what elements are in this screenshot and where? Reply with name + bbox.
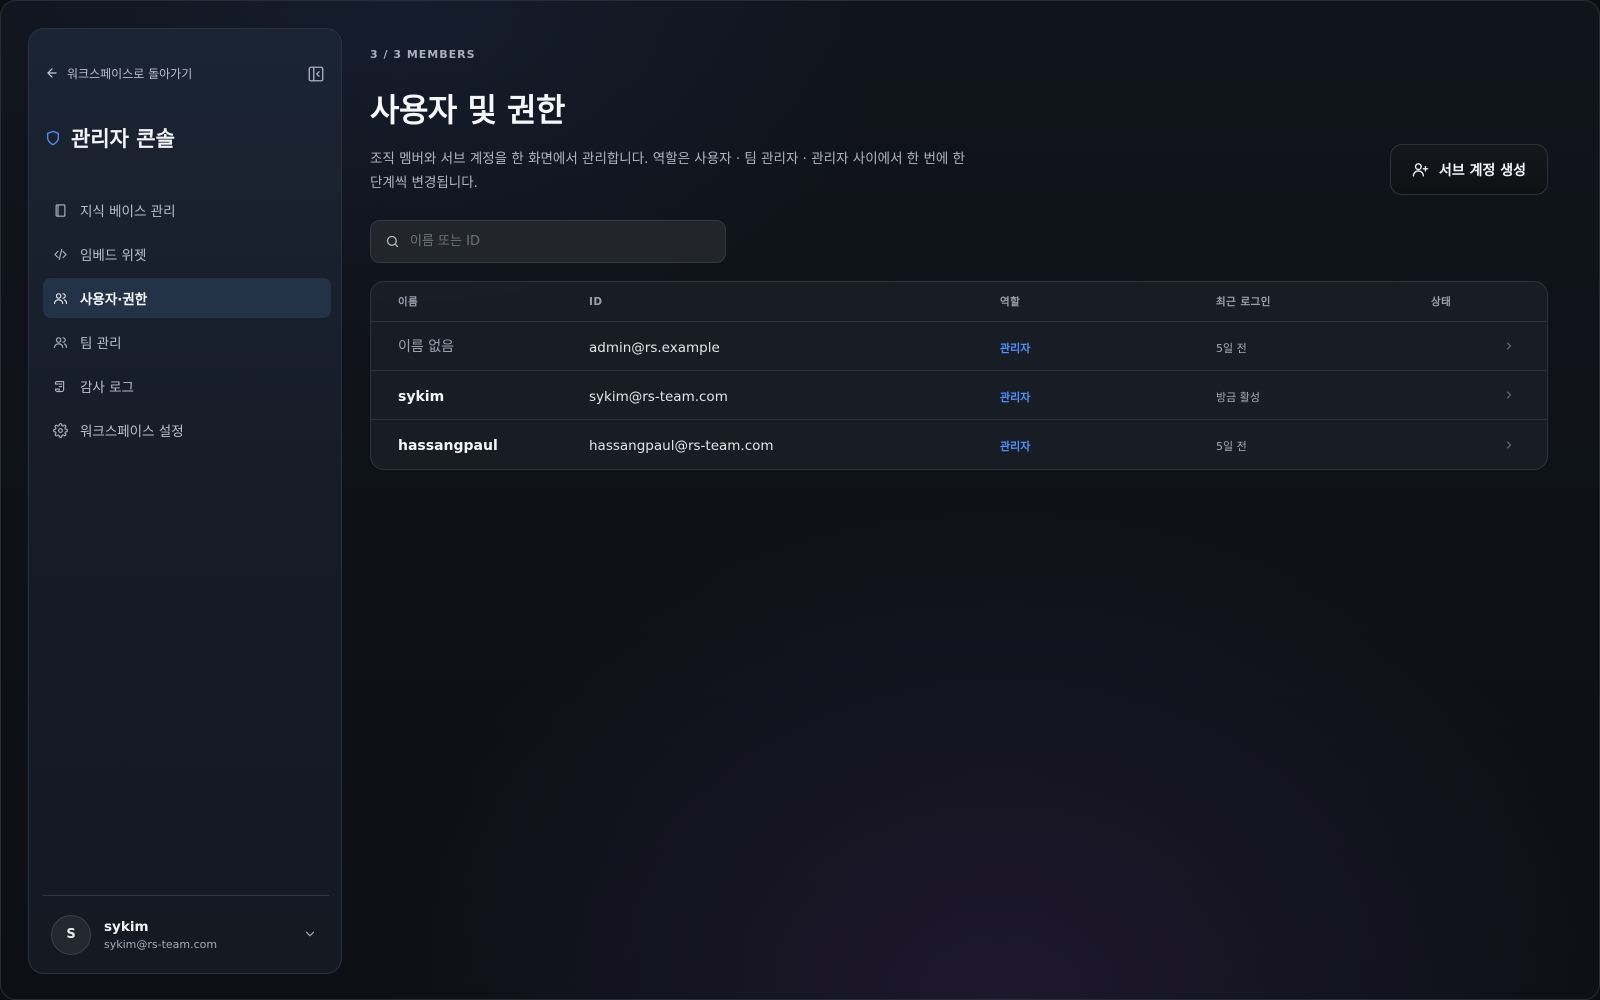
book-icon bbox=[55, 203, 66, 217]
member-role[interactable]: 관리자 bbox=[1000, 391, 1030, 404]
sidebar-nav: 지식 베이스 관리 임베드 위젯 사용자·권한 팀 관리 감사 로그 워크스페이… bbox=[43, 190, 331, 454]
member-role[interactable]: 관리자 bbox=[1000, 342, 1030, 355]
shield-icon bbox=[47, 130, 59, 146]
members-table: 이름 ID 역할 최근 로그인 상태 이름 없음 admin@rs.exampl… bbox=[370, 281, 1548, 470]
member-name: hassangpaul bbox=[398, 438, 498, 454]
sidebar-collapse-icon[interactable] bbox=[307, 65, 325, 83]
console-title: 관리자 콘솔 bbox=[45, 123, 175, 153]
chevron-right-icon bbox=[1507, 342, 1511, 350]
page-title: 사용자 및 권한 bbox=[370, 91, 565, 129]
users-icon bbox=[54, 336, 67, 348]
chevron-right-icon bbox=[1507, 441, 1511, 448]
member-name: 이름 없음 bbox=[398, 339, 454, 355]
search-icon bbox=[386, 235, 399, 248]
user-plus-icon bbox=[1412, 163, 1429, 177]
member-id: hassangpaul@rs-team.com bbox=[589, 438, 774, 454]
app-window: 워크스페이스로 돌아가기 관리자 콘솔 지식 베이스 관리 임베드 위젯 사용자… bbox=[0, 0, 1600, 1000]
sidebar-item-team-management[interactable]: 팀 관리 bbox=[43, 322, 331, 362]
table-row[interactable]: hassangpaul hassangpaul@rs-team.com 관리자 … bbox=[371, 420, 1547, 469]
search-input[interactable] bbox=[410, 234, 710, 249]
search-box bbox=[370, 220, 726, 263]
members-count: 3 / 3 MEMBERS bbox=[370, 48, 476, 61]
column-header-id[interactable]: ID bbox=[589, 296, 1000, 308]
current-user-menu[interactable]: S sykim sykim@rs-team.com bbox=[43, 895, 329, 973]
user-info: sykim sykim@rs-team.com bbox=[104, 919, 217, 951]
sidebar-item-label: 사용자·권한 bbox=[80, 292, 148, 308]
sidebar-item-knowledge-base[interactable]: 지식 베이스 관리 bbox=[43, 190, 331, 230]
create-sub-account-label: 서브 계정 생성 bbox=[1438, 162, 1527, 179]
column-header-status[interactable]: 상태 bbox=[1431, 282, 1547, 321]
user-name: sykim bbox=[104, 918, 149, 935]
sidebar-item-label: 임베드 위젯 bbox=[80, 248, 147, 264]
back-to-workspace-label: 워크스페이스로 돌아가기 bbox=[67, 66, 193, 81]
sidebar-item-label: 워크스페이스 설정 bbox=[80, 424, 184, 440]
back-to-workspace-link[interactable]: 워크스페이스로 돌아가기 bbox=[45, 65, 192, 82]
scroll-icon bbox=[54, 380, 65, 392]
console-title-text: 관리자 콘솔 bbox=[71, 127, 175, 151]
sidebar-header: 워크스페이스로 돌아가기 bbox=[45, 61, 325, 85]
sidebar-item-audit-log[interactable]: 감사 로그 bbox=[43, 366, 331, 406]
user-email: sykim@rs-team.com bbox=[104, 937, 218, 951]
member-last-login: 5일 전 bbox=[1216, 440, 1247, 453]
member-last-login: 방금 활성 bbox=[1216, 390, 1260, 404]
table-header: 이름 ID 역할 최근 로그인 상태 bbox=[371, 282, 1547, 322]
table-row[interactable]: 이름 없음 admin@rs.example 관리자 5일 전 bbox=[371, 322, 1547, 371]
sidebar-item-users-permissions[interactable]: 사용자·권한 bbox=[43, 278, 331, 318]
member-last-login: 5일 전 bbox=[1216, 341, 1247, 355]
sidebar-item-workspace-settings[interactable]: 워크스페이스 설정 bbox=[43, 410, 331, 450]
table-row[interactable]: sykim sykim@rs-team.com 관리자 방금 활성 bbox=[371, 371, 1547, 420]
chevron-down-icon[interactable] bbox=[303, 927, 317, 941]
page-description: 조직 멤버와 서브 계정을 한 화면에서 관리합니다. 역할은 사용자 · 팀 … bbox=[370, 151, 966, 191]
member-role[interactable]: 관리자 bbox=[1000, 440, 1030, 453]
member-id: admin@rs.example bbox=[589, 339, 720, 356]
column-header-role[interactable]: 역할 bbox=[1000, 294, 1216, 309]
sidebar: 워크스페이스로 돌아가기 관리자 콘솔 지식 베이스 관리 임베드 위젯 사용자… bbox=[28, 28, 342, 974]
column-header-last-login[interactable]: 최근 로그인 bbox=[1216, 294, 1431, 309]
create-sub-account-button[interactable]: 서브 계정 생성 bbox=[1390, 144, 1548, 195]
sidebar-item-label: 지식 베이스 관리 bbox=[80, 204, 176, 220]
users-icon bbox=[54, 292, 67, 304]
code-icon bbox=[54, 248, 67, 260]
chevron-right-icon bbox=[1507, 391, 1511, 399]
column-header-name[interactable]: 이름 bbox=[371, 294, 589, 309]
gear-icon bbox=[53, 422, 68, 438]
avatar: S bbox=[51, 914, 91, 955]
member-id: sykim@rs-team.com bbox=[589, 388, 728, 405]
sidebar-item-label: 감사 로그 bbox=[80, 380, 134, 396]
arrow-left-icon bbox=[47, 68, 57, 78]
sidebar-item-label: 팀 관리 bbox=[80, 336, 122, 352]
member-name: sykim bbox=[398, 388, 445, 405]
sidebar-item-embed-widget[interactable]: 임베드 위젯 bbox=[43, 234, 331, 274]
